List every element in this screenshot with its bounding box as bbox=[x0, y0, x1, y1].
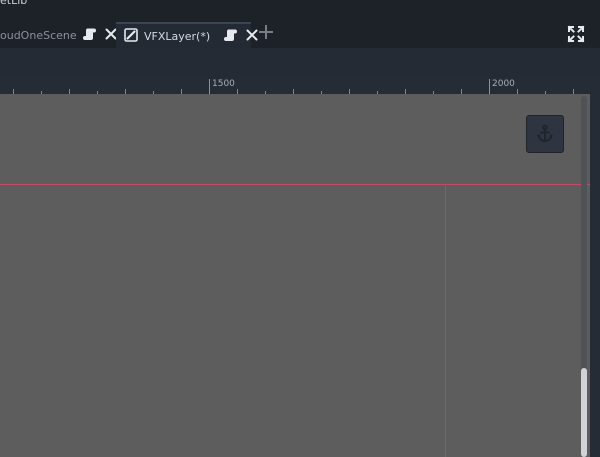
window-title-bar: etLib bbox=[0, 0, 600, 18]
ruler-tick bbox=[209, 79, 210, 94]
vertical-scrollbar[interactable] bbox=[581, 96, 587, 457]
ruler-label: 2000 bbox=[492, 79, 515, 89]
scrollbar-thumb[interactable] bbox=[581, 368, 587, 457]
tab-label: oudOneScene bbox=[0, 28, 77, 42]
window-title: etLib bbox=[0, 0, 28, 7]
horizontal-ruler: 1500 2000 bbox=[0, 78, 600, 95]
canvas-toolbar bbox=[0, 48, 600, 78]
fullscreen-icon[interactable] bbox=[566, 24, 586, 44]
tab-oudonescene[interactable]: oudOneScene bbox=[0, 22, 117, 48]
scene-tab-bar: oudOneScene VFXLayer(*) bbox=[0, 18, 600, 48]
scene-edit-icon bbox=[124, 27, 138, 45]
editor-window: etLib oudOneScene VFXLayer(*) 1500 2000 bbox=[0, 0, 600, 457]
script-icon[interactable] bbox=[82, 27, 97, 44]
tab-label: VFXLayer(*) bbox=[144, 29, 211, 43]
x-axis-line bbox=[0, 184, 590, 185]
canvas-viewport[interactable] bbox=[0, 94, 590, 457]
viewport-guide-line bbox=[445, 184, 446, 457]
tab-vfxlayer[interactable]: VFXLayer(*) bbox=[116, 22, 258, 48]
viewport-right-gutter bbox=[590, 94, 600, 457]
script-icon[interactable] bbox=[224, 28, 238, 45]
ruler-tick bbox=[489, 79, 490, 94]
anchor-icon[interactable] bbox=[526, 115, 564, 153]
plus-icon[interactable] bbox=[256, 22, 276, 42]
ruler-label: 1500 bbox=[212, 79, 235, 89]
